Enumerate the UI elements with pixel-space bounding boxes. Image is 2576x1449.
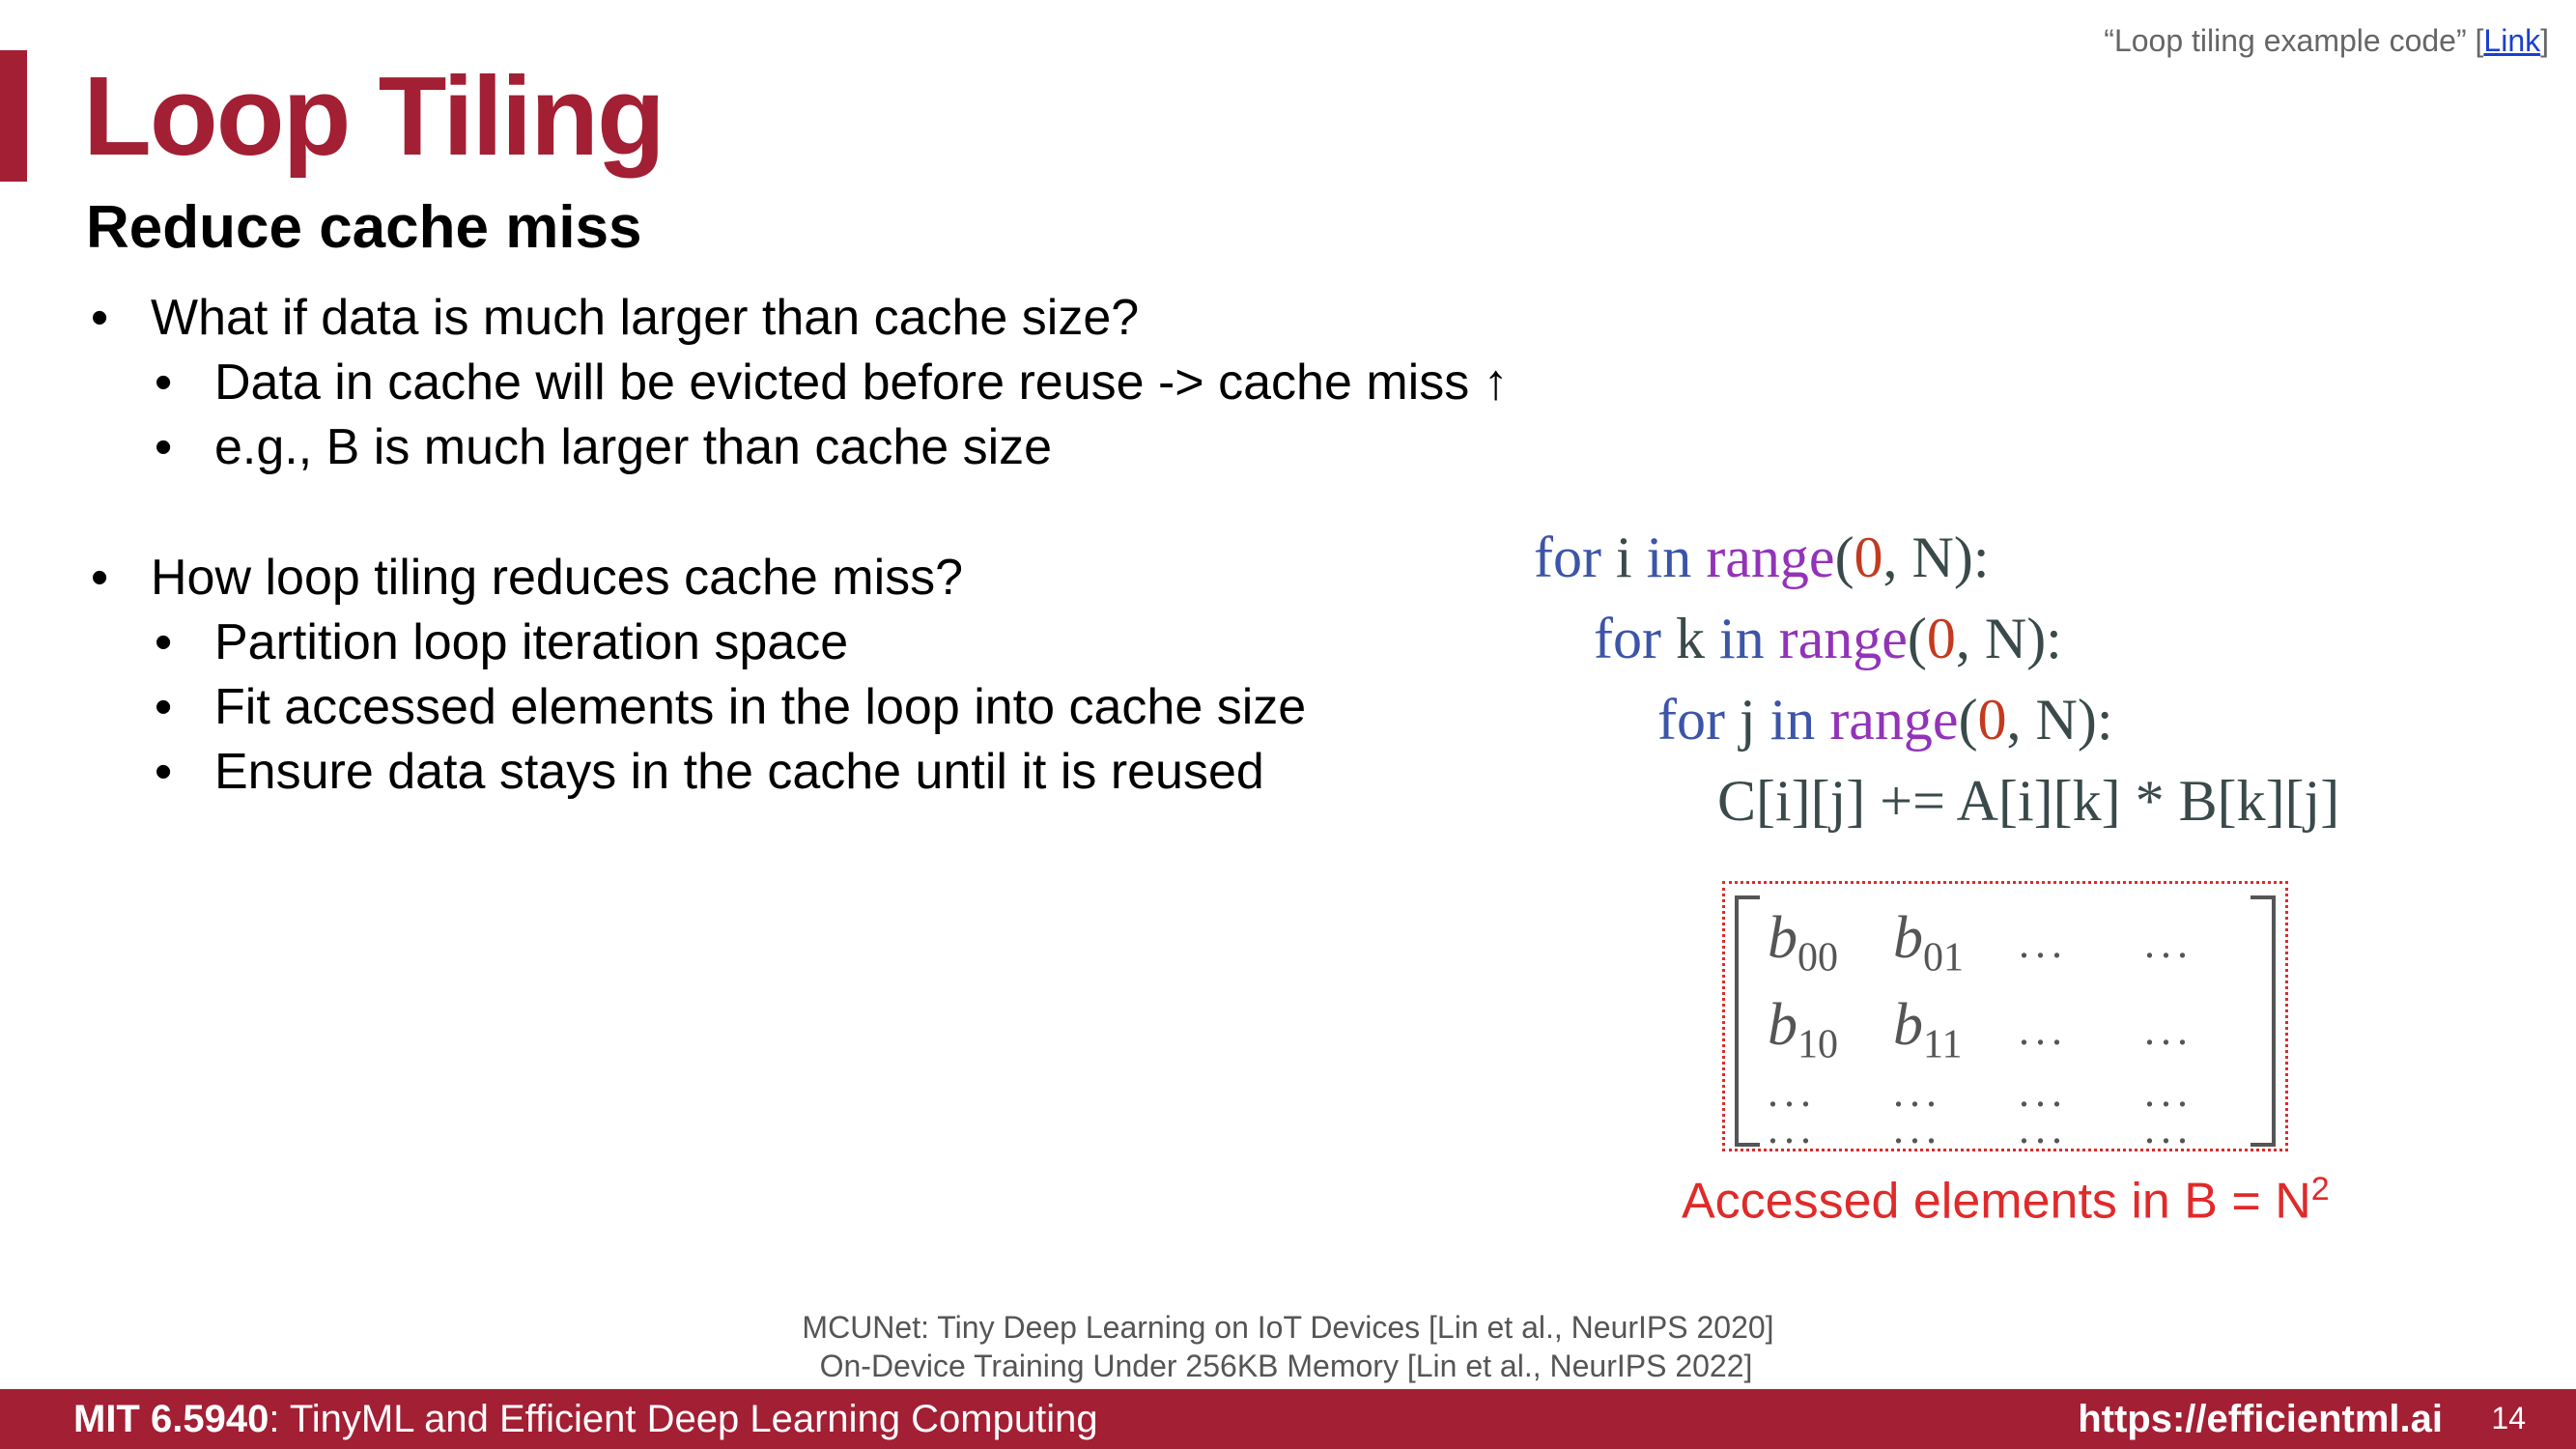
reference-prefix: “Loop tiling example code” [ [2104, 23, 2484, 58]
code-line-i: for i in range(0, N): [1534, 526, 1990, 589]
matrix-row: ... ... ... ... [1768, 1104, 2194, 1152]
code-snippet: for i in range(0, N): for k in range(0, … [1534, 517, 2339, 841]
bullet-question-1: What if data is much larger than cache s… [85, 286, 1534, 351]
citation-on-device-training: On-Device Training Under 256KB Memory [L… [819, 1349, 1753, 1383]
reference-suffix: ] [2540, 23, 2549, 58]
page-number: 14 [2491, 1401, 2526, 1435]
footer-bar: MIT 6.5940: TinyML and Efficient Deep Le… [0, 1389, 2576, 1449]
code-line-k: for k in range(0, N): [1594, 607, 2062, 670]
slide-subtitle: Reduce cache miss [86, 194, 642, 261]
slide-title: Loop Tiling [83, 53, 665, 179]
title-accent-bar [0, 50, 27, 182]
matrix-row: b10 b11 ... ... [1768, 992, 2194, 1067]
website-link[interactable]: https://efficientml.ai [2078, 1398, 2443, 1441]
bullet-ensure: Ensure data stays in the cache until it … [85, 740, 1534, 805]
matrix-row: b00 b01 ... ... [1768, 905, 2194, 980]
course-name: MIT 6.5940: TinyML and Efficient Deep Le… [73, 1398, 1098, 1440]
reference-note: “Loop tiling example code” [Link] [2104, 23, 2549, 59]
citations: MCUNet: Tiny Deep Learning on IoT Device… [0, 1308, 2576, 1385]
matrix-b: b00 b01 ... ... b10 b11 ... ... ... ... … [1768, 899, 2270, 1152]
matrix-b-highlight: b00 b01 ... ... b10 b11 ... ... ... ... … [1722, 881, 2288, 1152]
citation-mcunet: MCUNet: Tiny Deep Learning on IoT Device… [802, 1310, 1774, 1345]
code-line-j: for j in range(0, N): [1657, 688, 2113, 752]
bullet-fit: Fit accessed elements in the loop into c… [85, 675, 1534, 740]
matrix-left-bracket [1735, 895, 1760, 1147]
bullet-list: What if data is much larger than cache s… [85, 286, 1534, 805]
reference-link[interactable]: Link [2483, 23, 2540, 58]
matrix-caption: Accessed elements in B = N2 [1682, 1171, 2330, 1230]
bullet-question-2: How loop tiling reduces cache miss? [85, 546, 1534, 611]
code-line-statement: C[i][j] += A[i][k] * B[k][j] [1717, 769, 2340, 833]
bullet-example: e.g., B is much larger than cache size [85, 415, 1534, 480]
bullet-partition: Partition loop iteration space [85, 611, 1534, 675]
bullet-eviction: Data in cache will be evicted before reu… [85, 351, 1534, 415]
